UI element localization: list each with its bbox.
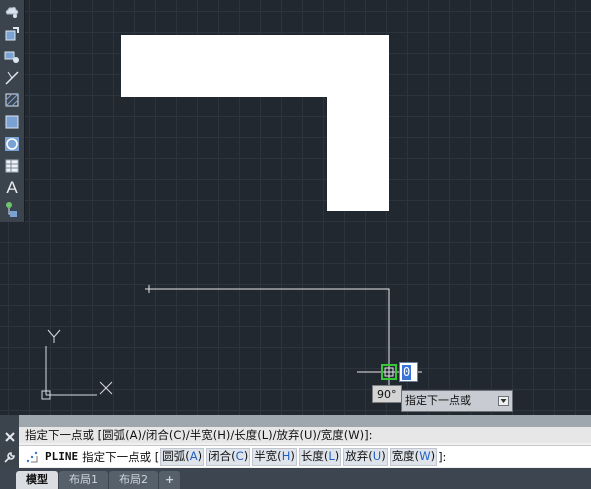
command-history-line: 指定下一点或 [圆弧(A)/闭合(C)/半宽(H)/长度(L)/放弃(U)/宽度…	[19, 427, 591, 443]
circle-icon[interactable]	[1, 133, 23, 154]
option-arc[interactable]: 圆弧(A)	[160, 447, 205, 466]
option-undo[interactable]: 放弃(U)	[343, 447, 388, 466]
dynamic-input-field[interactable]: 0	[399, 362, 418, 382]
command-history-bar	[19, 415, 591, 427]
filled-l-shape[interactable]	[121, 35, 389, 211]
command-window-side	[0, 415, 19, 468]
dynamic-prompt-text: 指定下一点或	[405, 394, 471, 407]
layout-tabs: 模型 布局1 布局2 +	[0, 468, 591, 489]
draw-toolbar: A	[0, 0, 25, 222]
polyline-segment[interactable]	[149, 288, 390, 372]
command-prompt-icon	[19, 451, 45, 463]
command-name: PLINE	[45, 449, 79, 463]
tab-layout1[interactable]: 布局1	[59, 471, 108, 489]
command-line[interactable]: PLINE 指定下一点或 [ 圆弧(A) 闭合(C) 半宽(H) 长度(L) 放…	[19, 445, 591, 467]
option-width[interactable]: 宽度(W)	[389, 447, 438, 466]
hatch-icon[interactable]	[1, 89, 23, 110]
insert-block-icon[interactable]	[1, 45, 23, 66]
text-icon[interactable]: A	[1, 177, 23, 198]
option-close[interactable]: 闭合(C)	[206, 447, 251, 466]
line-icon[interactable]	[1, 67, 23, 88]
table-icon[interactable]	[1, 155, 23, 176]
dynamic-options-button[interactable]	[498, 396, 509, 406]
ucs-icon	[41, 329, 113, 400]
add-layout-button[interactable]: +	[159, 471, 181, 489]
region-icon[interactable]	[1, 111, 23, 132]
block-editor-icon[interactable]	[1, 23, 23, 44]
customize-wrench-icon[interactable]	[0, 447, 19, 467]
command-prompt: 指定下一点或 [	[82, 449, 160, 464]
dynamic-prompt-tooltip: 指定下一点或	[401, 390, 513, 412]
tab-layout2[interactable]: 布局2	[109, 471, 158, 489]
close-icon[interactable]	[0, 427, 19, 447]
command-prompt-end: ]:	[438, 449, 447, 464]
option-halfwidth[interactable]: 半宽(H)	[252, 447, 297, 466]
add-selected-icon[interactable]	[1, 199, 23, 220]
drawing-canvas[interactable]: A 0 90° 指定下一点或	[0, 0, 591, 415]
tab-model[interactable]: 模型	[16, 471, 58, 489]
command-window: 指定下一点或 [圆弧(A)/闭合(C)/半宽(H)/长度(L)/放弃(U)/宽度…	[0, 415, 591, 468]
revision-cloud-icon[interactable]	[1, 1, 23, 22]
option-length[interactable]: 长度(L)	[298, 447, 342, 466]
dynamic-input-value: 0	[402, 365, 412, 380]
drawing-layer	[41, 35, 422, 400]
polar-angle-tooltip: 90°	[372, 385, 402, 403]
